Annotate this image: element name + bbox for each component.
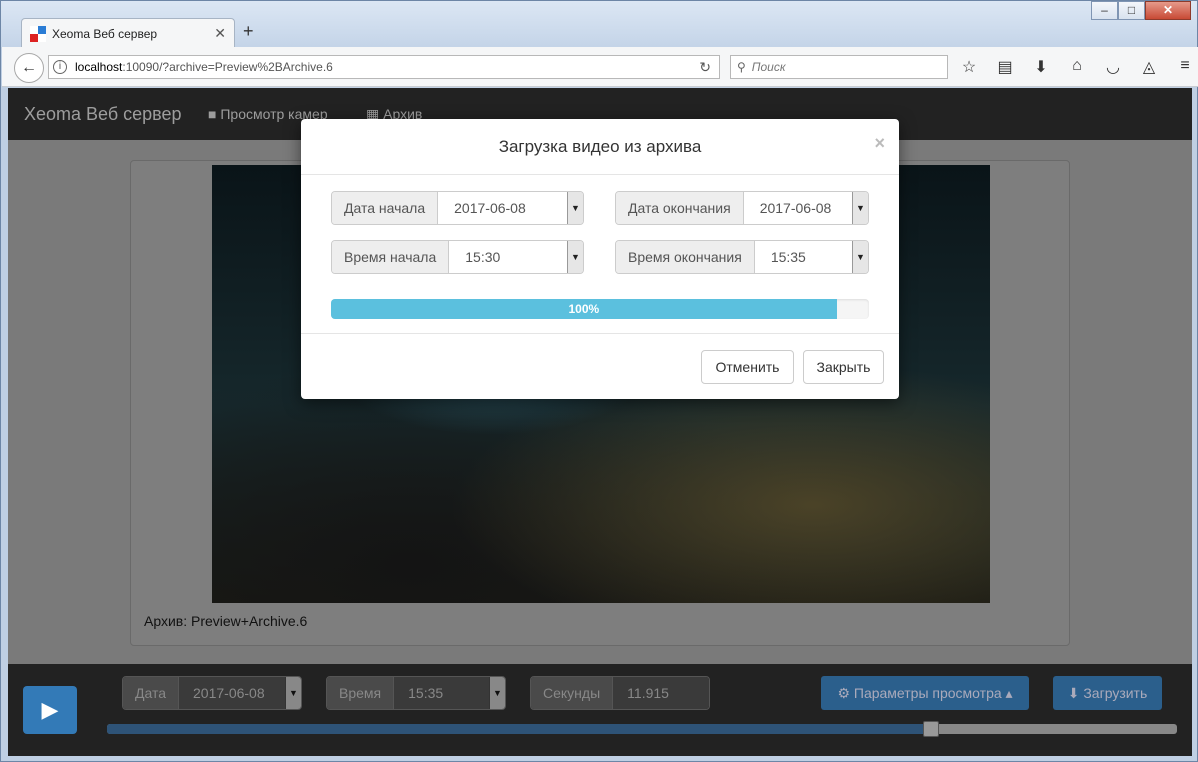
start-time-field: Время начала 15:30 ▼ (331, 240, 584, 274)
download-icon[interactable]: ⬇ (1030, 57, 1052, 77)
start-date-field: Дата начала 2017-06-08 ▼ (331, 191, 584, 225)
title-bar: Xeoma Веб сервер ✕ + – □ ✕ (1, 1, 1197, 48)
info-icon[interactable]: i (53, 60, 67, 74)
chevron-down-icon[interactable]: ▼ (567, 192, 583, 224)
close-icon[interactable]: × (874, 133, 885, 154)
back-button[interactable]: ← (14, 53, 44, 83)
url-path: :10090/?archive=Preview%2BArchive.6 (122, 60, 333, 74)
progress-bar: 100% (331, 299, 837, 319)
toolbar-icons: ☆ ▤ ⬇ ⌂ ◡ ◬ ≡ (958, 57, 1196, 77)
minimize-button[interactable]: – (1091, 1, 1118, 20)
modal-title: Загрузка видео из архива (498, 137, 702, 156)
maximize-button[interactable]: □ (1118, 1, 1145, 20)
browser-toolbar: ← i localhost:10090/?archive=Preview%2BA… (2, 47, 1198, 87)
end-date-field: Дата окончания 2017-06-08 ▼ (615, 191, 869, 225)
address-bar[interactable]: i localhost:10090/?archive=Preview%2BArc… (48, 55, 720, 79)
chevron-down-icon[interactable]: ▼ (567, 241, 583, 273)
start-time-input[interactable]: 15:30 (449, 241, 567, 273)
search-icon: ⚲ (737, 60, 746, 74)
archive-download-modal: Загрузка видео из архива × Дата начала 2… (301, 119, 899, 399)
start-time-label: Время начала (332, 241, 450, 273)
web-page: Xeoma Веб сервер ■ Просмотр камер ▦ Архи… (8, 88, 1192, 756)
star-icon[interactable]: ☆ (958, 57, 980, 77)
end-date-input[interactable]: 2017-06-08 (743, 192, 852, 224)
arrow-left-icon: ← (21, 59, 37, 76)
new-tab-button[interactable]: + (243, 21, 254, 42)
home-icon[interactable]: ⌂ (1066, 57, 1088, 77)
modal-header: Загрузка видео из архива × (301, 119, 899, 175)
chevron-down-icon[interactable]: ▼ (852, 241, 868, 273)
window-controls: – □ ✕ (1091, 1, 1191, 20)
end-time-input[interactable]: 15:35 (754, 241, 852, 273)
tab-title: Xeoma Веб сервер (52, 26, 158, 41)
pocket-icon[interactable]: ◡ (1102, 57, 1124, 77)
start-date-label: Дата начала (332, 192, 439, 224)
browser-window: Xeoma Веб сервер ✕ + – □ ✕ ← i localhost… (0, 0, 1198, 762)
xeoma-favicon-icon (30, 25, 46, 42)
tab-close-icon[interactable]: ✕ (214, 25, 226, 42)
modal-footer: Отменить Закрыть (301, 333, 899, 399)
url-host: localhost (75, 60, 123, 74)
reading-list-icon[interactable]: ▤ (994, 57, 1016, 77)
search-input[interactable]: ⚲ Поиск (730, 55, 948, 79)
start-date-input[interactable]: 2017-06-08 (438, 192, 567, 224)
browser-tab[interactable]: Xeoma Веб сервер ✕ (21, 18, 235, 48)
menu-icon[interactable]: ≡ (1174, 57, 1196, 77)
extension-icon[interactable]: ◬ (1138, 57, 1160, 77)
chevron-down-icon[interactable]: ▼ (852, 192, 868, 224)
end-date-label: Дата окончания (616, 192, 744, 224)
download-progress: 100% (331, 299, 869, 319)
close-window-button[interactable]: ✕ (1145, 1, 1191, 20)
close-button[interactable]: Закрыть (803, 350, 884, 384)
search-placeholder: Поиск (751, 60, 786, 74)
end-time-field: Время окончания 15:35 ▼ (615, 240, 869, 274)
end-time-label: Время окончания (616, 241, 755, 273)
reload-icon[interactable]: ↻ (699, 59, 711, 76)
cancel-button[interactable]: Отменить (701, 350, 794, 384)
